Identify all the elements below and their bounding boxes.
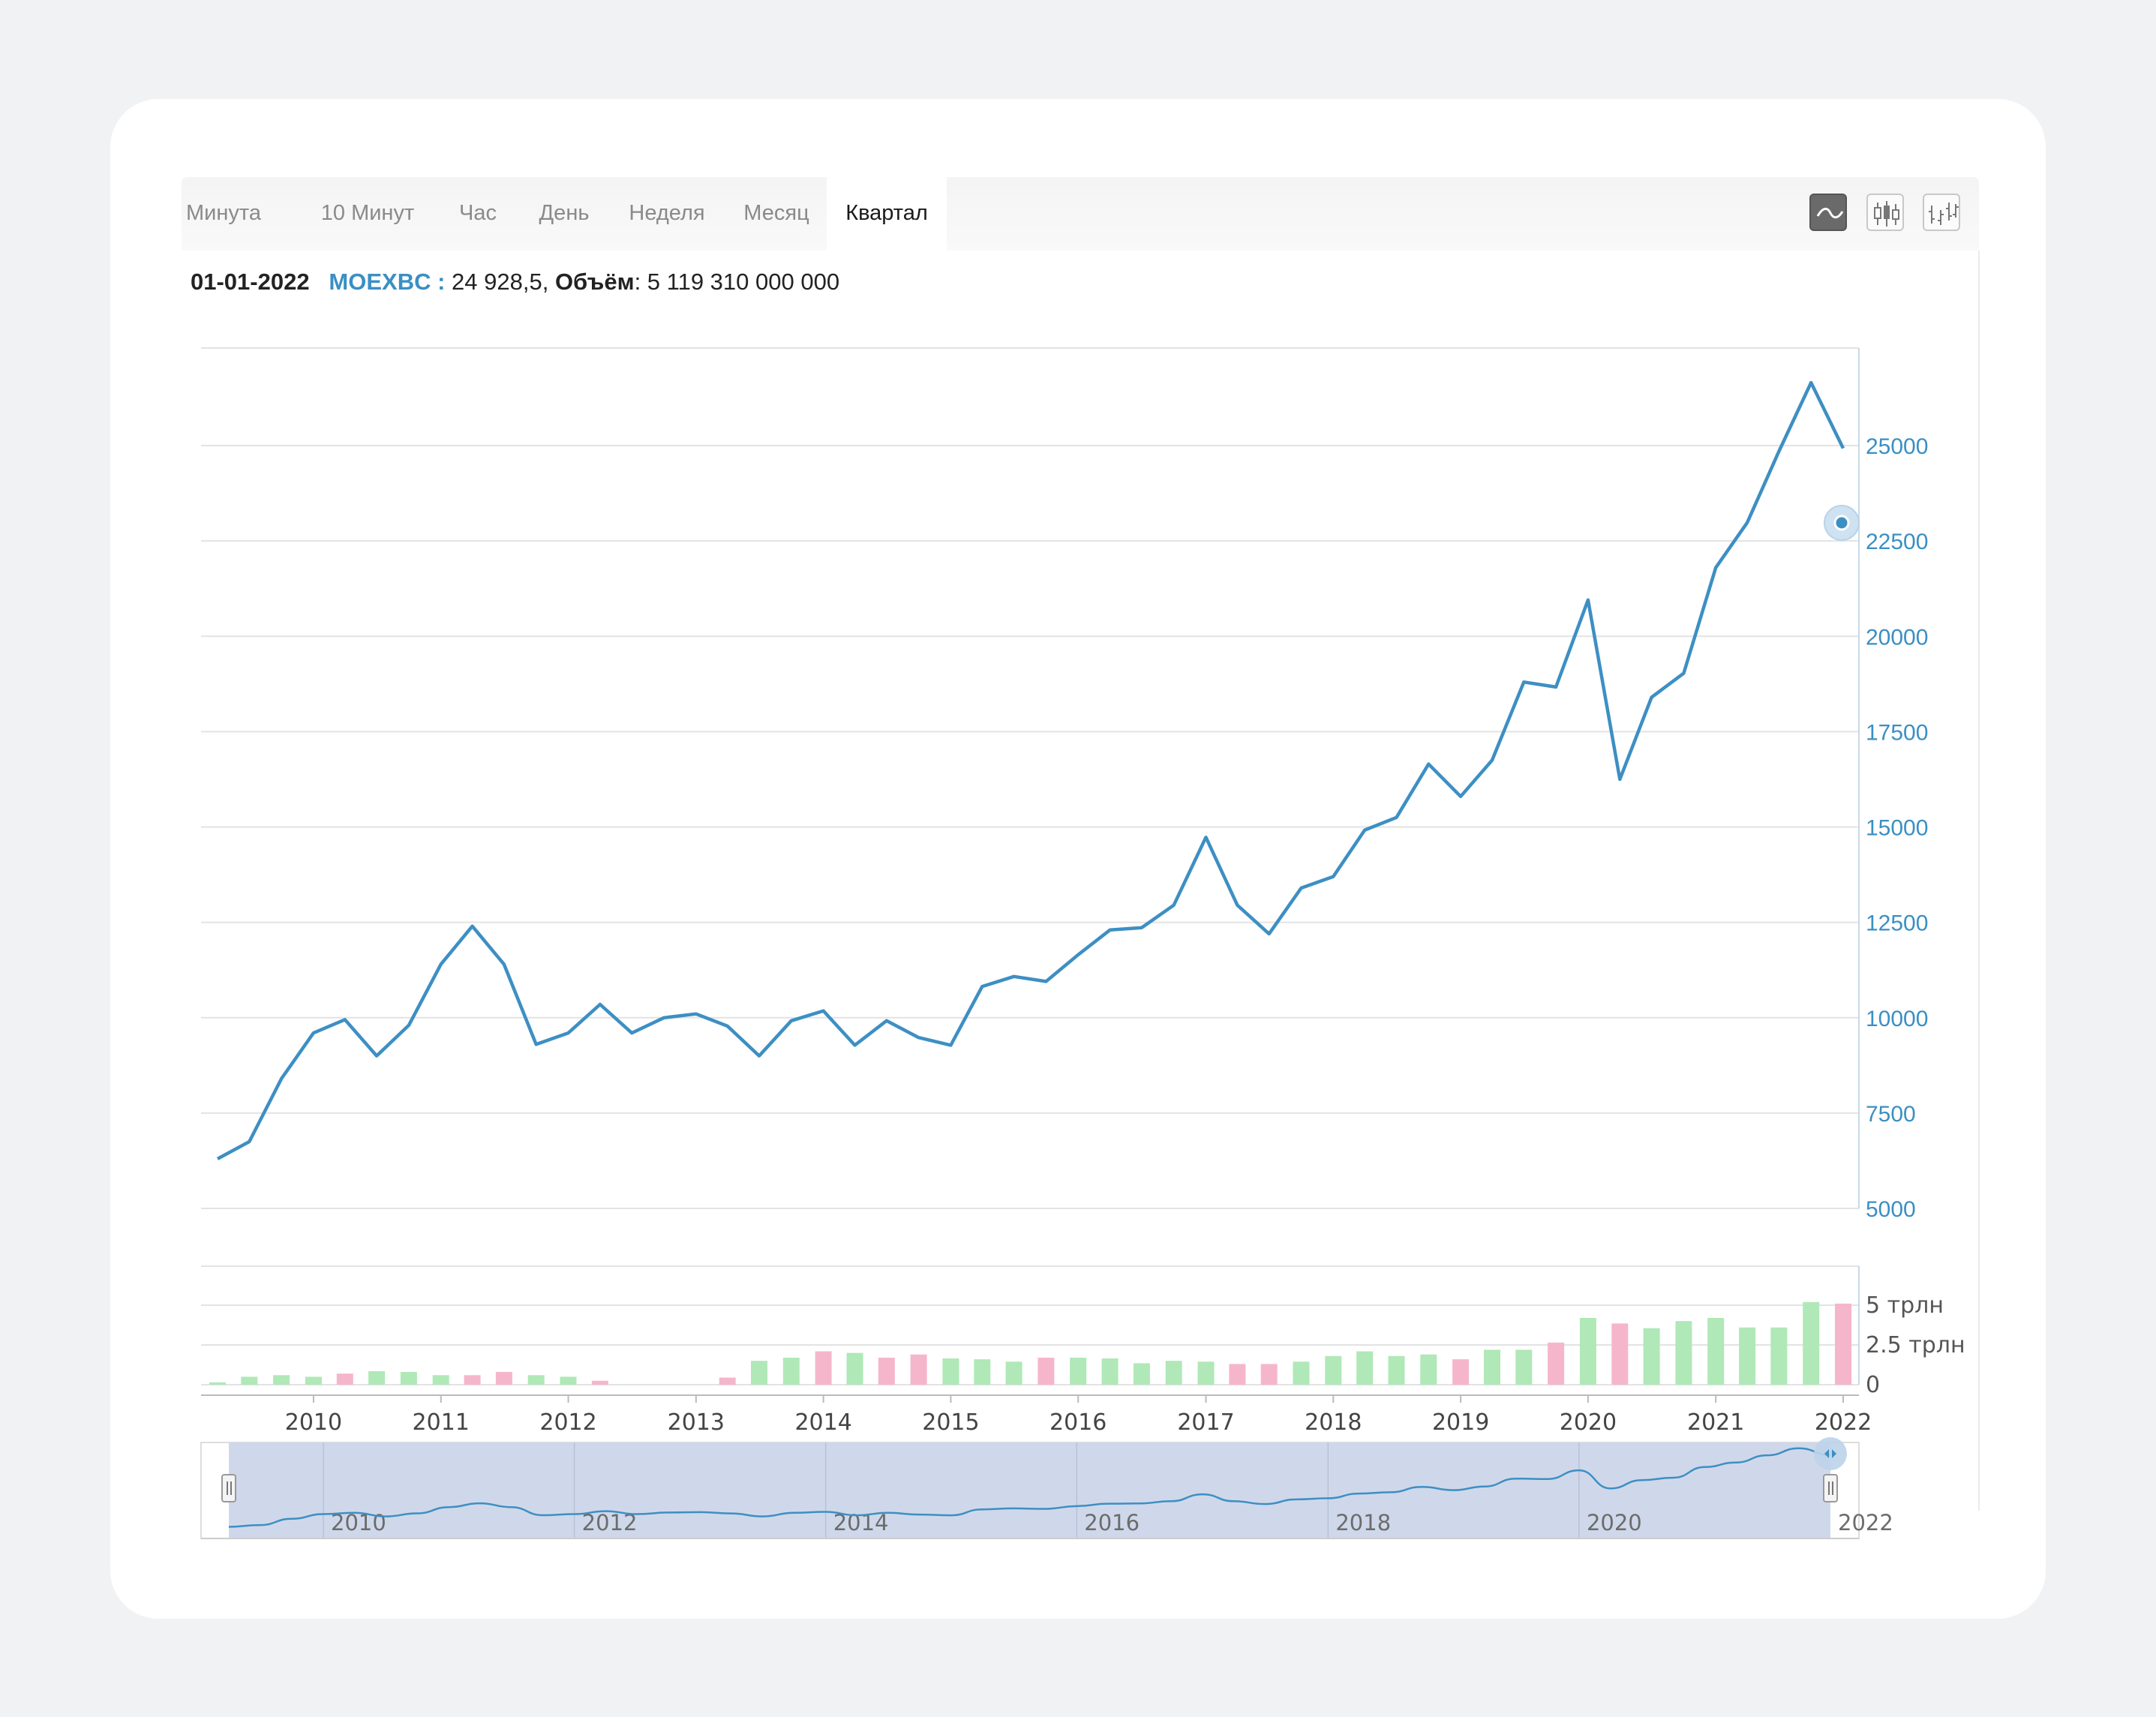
volume-bar xyxy=(1611,1323,1629,1385)
time-tick-label: 2021 xyxy=(1687,1409,1744,1436)
volume-bar xyxy=(1229,1364,1246,1385)
volume-bar xyxy=(560,1376,577,1385)
volume-bar xyxy=(368,1371,386,1385)
volume-bar xyxy=(336,1373,353,1385)
volume-bar xyxy=(591,1380,608,1385)
price-tick-label: 17500 xyxy=(1866,720,1928,745)
volume-bar xyxy=(815,1351,832,1385)
volume-bar xyxy=(942,1358,959,1385)
navigator-tick-label: 2018 xyxy=(1335,1510,1391,1535)
price-tick-label: 15000 xyxy=(1866,816,1928,841)
volume-bar xyxy=(1675,1321,1692,1385)
volume-bar xyxy=(846,1352,863,1385)
volume-bar xyxy=(464,1375,481,1385)
volume-bar xyxy=(1548,1342,1565,1385)
volume-tick-label: 0 xyxy=(1866,1372,1880,1398)
volume-bar xyxy=(1803,1301,1820,1385)
volume-bar xyxy=(1037,1358,1055,1385)
volume-bar xyxy=(719,1377,736,1385)
volume-bar xyxy=(1643,1328,1660,1385)
navigator-end-marker xyxy=(1814,1437,1847,1470)
price-axis: 5000 7500 10000 12500 15000 17500 20000 22500 25… xyxy=(1866,434,1928,1222)
price-tick-label: 25000 xyxy=(1866,434,1928,459)
volume-tick-label: 2.5 трлн xyxy=(1866,1332,1965,1358)
time-tick-label: 2017 xyxy=(1177,1409,1234,1436)
volume-bar xyxy=(1325,1355,1342,1385)
volume-bar xyxy=(878,1358,895,1385)
time-tick-label: 2011 xyxy=(413,1409,470,1436)
volume-bar xyxy=(209,1382,226,1385)
volume-tick-label: 5 трлн xyxy=(1866,1292,1944,1319)
volume-bar xyxy=(1070,1358,1087,1385)
volume-bar xyxy=(751,1361,767,1385)
volume-bar xyxy=(400,1372,417,1385)
price-tick-label: 5000 xyxy=(1866,1197,1916,1222)
volume-bar xyxy=(1515,1349,1533,1385)
volume-bar xyxy=(1293,1361,1310,1385)
navigator-tick-label: 2020 xyxy=(1587,1510,1642,1535)
time-tick-label: 2019 xyxy=(1432,1409,1489,1436)
volume-bar xyxy=(1356,1351,1374,1385)
volume-axis: 0 2.5 трлн 5 трлн xyxy=(1866,1292,1965,1398)
volume-bar xyxy=(273,1375,290,1385)
volume-grid xyxy=(201,1265,1860,1385)
time-tick-label: 2020 xyxy=(1560,1409,1617,1436)
navigator-tick-label: 2022 xyxy=(1838,1510,1893,1535)
time-tick-label: 2018 xyxy=(1305,1409,1362,1436)
time-tick-label: 2010 xyxy=(285,1409,342,1436)
volume-bar xyxy=(241,1376,258,1385)
volume-bar xyxy=(1579,1318,1596,1385)
volume-bar xyxy=(1770,1327,1788,1385)
volume-bar xyxy=(1388,1355,1405,1385)
price-line[interactable] xyxy=(216,380,1845,1160)
volume-bar xyxy=(1452,1359,1470,1385)
volume-bar xyxy=(1707,1318,1725,1385)
price-tick-label: 12500 xyxy=(1866,911,1928,936)
volume-bar xyxy=(1165,1361,1182,1385)
handle-grip xyxy=(1823,1474,1838,1502)
price-tick-label: 20000 xyxy=(1866,625,1928,650)
volume-bar xyxy=(1197,1361,1215,1385)
navigator-tick-label: 2016 xyxy=(1084,1510,1140,1535)
handle-grip xyxy=(221,1474,236,1502)
volume-bars xyxy=(209,1301,1851,1385)
price-tick-label: 7500 xyxy=(1866,1102,1916,1127)
chart-svg: 5000 7500 10000 12500 15000 17500 20000 22500 25… xyxy=(200,347,1965,1539)
navigator[interactable]: 2010 2012 2014 2016 2018 2020 2022 xyxy=(200,1437,1893,1539)
volume-bar xyxy=(1484,1349,1500,1385)
main-grid xyxy=(201,347,1860,1209)
volume-bar xyxy=(1420,1354,1437,1385)
volume-bar xyxy=(305,1376,322,1385)
volume-bar xyxy=(1739,1327,1756,1385)
volume-bar xyxy=(527,1375,545,1385)
volume-bar xyxy=(782,1358,800,1385)
marker-point xyxy=(1833,515,1850,531)
time-tick-label: 2016 xyxy=(1049,1409,1107,1436)
volume-bar xyxy=(1133,1363,1150,1385)
last-point-marker[interactable] xyxy=(1824,505,1860,541)
navigator-left-handle[interactable] xyxy=(221,1474,236,1502)
volume-bar xyxy=(495,1372,512,1385)
time-axis: 2010 2011 2012 2013 2014 2015 2016 2017 2018 2019… xyxy=(201,1394,1872,1436)
volume-bar xyxy=(1005,1361,1022,1385)
volume-bar xyxy=(910,1354,927,1385)
navigator-right-handle[interactable] xyxy=(1823,1474,1838,1502)
time-tick-label: 2014 xyxy=(794,1409,851,1436)
time-tick-label: 2012 xyxy=(539,1409,596,1436)
price-tick-label: 22500 xyxy=(1866,530,1928,554)
volume-bar xyxy=(1835,1303,1851,1385)
volume-bar xyxy=(1101,1358,1119,1385)
volume-bar xyxy=(432,1375,449,1385)
price-tick-label: 10000 xyxy=(1866,1007,1928,1031)
volume-bar xyxy=(1260,1364,1278,1385)
time-tick-label: 2013 xyxy=(668,1409,725,1436)
time-tick-label: 2022 xyxy=(1815,1409,1872,1436)
time-tick-label: 2015 xyxy=(922,1409,979,1436)
volume-bar xyxy=(974,1359,991,1385)
